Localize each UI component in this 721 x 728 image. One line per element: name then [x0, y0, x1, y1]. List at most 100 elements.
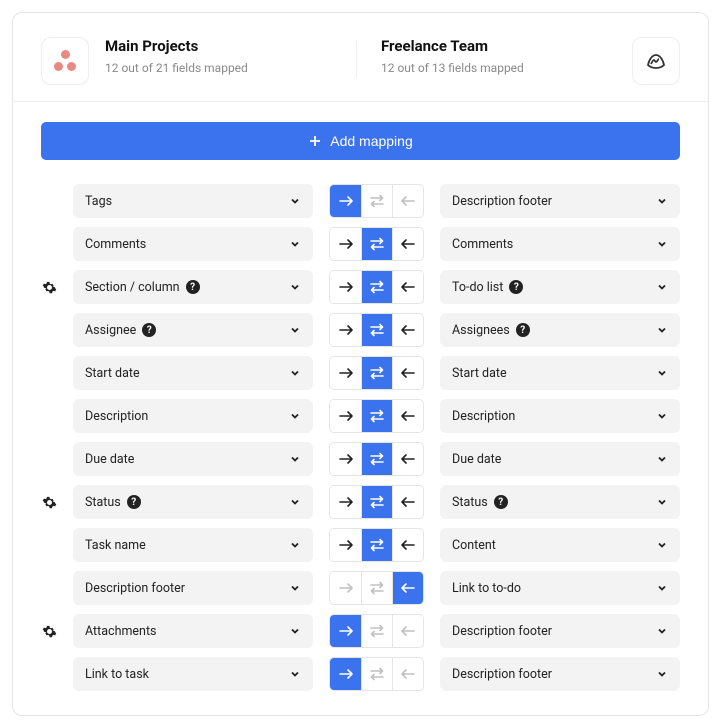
left-field-select[interactable]: Task name — [73, 528, 313, 562]
direction-both-button[interactable] — [361, 357, 392, 389]
direction-left-button[interactable] — [392, 314, 423, 346]
direction-both-button[interactable] — [361, 228, 392, 260]
direction-right-button[interactable] — [330, 572, 361, 604]
direction-right-button[interactable] — [330, 486, 361, 518]
chevron-down-icon — [656, 625, 668, 637]
direction-left-button[interactable] — [392, 357, 423, 389]
right-field-label: Comments — [452, 237, 656, 252]
direction-right-button[interactable] — [330, 314, 361, 346]
left-project-title: Main Projects — [105, 37, 340, 55]
chevron-down-icon — [656, 668, 668, 680]
plus-icon — [308, 134, 322, 148]
right-field-select[interactable]: Description — [440, 399, 680, 433]
direction-both-button[interactable] — [361, 185, 392, 217]
direction-left-button[interactable] — [392, 529, 423, 561]
direction-left-button[interactable] — [392, 228, 423, 260]
direction-left-button[interactable] — [392, 271, 423, 303]
left-field-label: Status? — [85, 495, 289, 510]
mapping-row: Due date Due date — [41, 442, 680, 476]
left-field-select[interactable]: Description — [73, 399, 313, 433]
direction-right-button[interactable] — [330, 658, 361, 690]
left-field-label: Assignee? — [85, 323, 289, 338]
direction-right-button[interactable] — [330, 443, 361, 475]
direction-both-button[interactable] — [361, 572, 392, 604]
direction-left-button[interactable] — [392, 486, 423, 518]
right-field-select[interactable]: Description footer — [440, 184, 680, 218]
left-field-select[interactable]: Comments — [73, 227, 313, 261]
right-project-subtitle: 12 out of 13 fields mapped — [381, 61, 616, 75]
chevron-down-icon — [289, 668, 301, 680]
direction-left-button[interactable] — [392, 572, 423, 604]
info-icon[interactable]: ? — [516, 323, 530, 337]
mapping-row: Description footer Link to to-do — [41, 571, 680, 605]
direction-left-button[interactable] — [392, 443, 423, 475]
left-field-select[interactable]: Due date — [73, 442, 313, 476]
add-mapping-button[interactable]: Add mapping — [41, 122, 680, 160]
chevron-down-icon — [289, 496, 301, 508]
chevron-down-icon — [656, 238, 668, 250]
direction-both-button[interactable] — [361, 271, 392, 303]
direction-both-button[interactable] — [361, 314, 392, 346]
direction-left-button[interactable] — [392, 400, 423, 432]
right-field-label: Description footer — [452, 667, 656, 682]
left-field-select[interactable]: Status? — [73, 485, 313, 519]
right-field-label: To-do list? — [452, 280, 656, 295]
direction-right-button[interactable] — [330, 529, 361, 561]
chevron-down-icon — [656, 281, 668, 293]
left-field-select[interactable]: Section / column? — [73, 270, 313, 304]
direction-both-button[interactable] — [361, 658, 392, 690]
left-field-select[interactable]: Description footer — [73, 571, 313, 605]
direction-both-button[interactable] — [361, 400, 392, 432]
direction-toggle — [329, 313, 424, 347]
direction-both-button[interactable] — [361, 486, 392, 518]
right-field-select[interactable]: Start date — [440, 356, 680, 390]
direction-right-button[interactable] — [330, 185, 361, 217]
left-field-select[interactable]: Attachments — [73, 614, 313, 648]
direction-left-button[interactable] — [392, 615, 423, 647]
direction-both-button[interactable] — [361, 529, 392, 561]
mapping-row: Start date Start date — [41, 356, 680, 390]
direction-right-button[interactable] — [330, 357, 361, 389]
right-field-select[interactable]: Comments — [440, 227, 680, 261]
right-project-title: Freelance Team — [381, 37, 616, 55]
left-field-select[interactable]: Assignee? — [73, 313, 313, 347]
direction-right-button[interactable] — [330, 615, 361, 647]
right-field-select[interactable]: Description footer — [440, 657, 680, 691]
left-field-select[interactable]: Link to task — [73, 657, 313, 691]
right-field-select[interactable]: Content — [440, 528, 680, 562]
right-field-select[interactable]: Assignees? — [440, 313, 680, 347]
gear-icon[interactable] — [42, 624, 57, 639]
right-field-select[interactable]: Status? — [440, 485, 680, 519]
right-field-select[interactable]: Description footer — [440, 614, 680, 648]
direction-both-button[interactable] — [361, 443, 392, 475]
mapping-row: Section / column? To-do list? — [41, 270, 680, 304]
info-icon[interactable]: ? — [509, 280, 523, 294]
info-icon[interactable]: ? — [127, 495, 141, 509]
chevron-down-icon — [289, 238, 301, 250]
info-icon[interactable]: ? — [142, 323, 156, 337]
direction-left-button[interactable] — [392, 185, 423, 217]
chevron-down-icon — [656, 453, 668, 465]
gear-icon[interactable] — [42, 495, 57, 510]
right-field-label: Assignees? — [452, 323, 656, 338]
gear-icon[interactable] — [42, 280, 57, 295]
info-icon[interactable]: ? — [186, 280, 200, 294]
info-icon[interactable]: ? — [494, 495, 508, 509]
mapping-row: Link to task Description footer — [41, 657, 680, 691]
right-field-select[interactable]: To-do list? — [440, 270, 680, 304]
right-field-select[interactable]: Link to to-do — [440, 571, 680, 605]
right-field-label: Description footer — [452, 624, 656, 639]
chevron-down-icon — [656, 367, 668, 379]
right-field-select[interactable]: Due date — [440, 442, 680, 476]
direction-left-button[interactable] — [392, 658, 423, 690]
direction-toggle — [329, 657, 424, 691]
mapping-row: Comments Comments — [41, 227, 680, 261]
direction-both-button[interactable] — [361, 615, 392, 647]
left-field-select[interactable]: Tags — [73, 184, 313, 218]
direction-right-button[interactable] — [330, 271, 361, 303]
left-field-select[interactable]: Start date — [73, 356, 313, 390]
direction-right-button[interactable] — [330, 228, 361, 260]
chevron-down-icon — [289, 324, 301, 336]
mapping-row: Assignee? Assignees? — [41, 313, 680, 347]
direction-right-button[interactable] — [330, 400, 361, 432]
